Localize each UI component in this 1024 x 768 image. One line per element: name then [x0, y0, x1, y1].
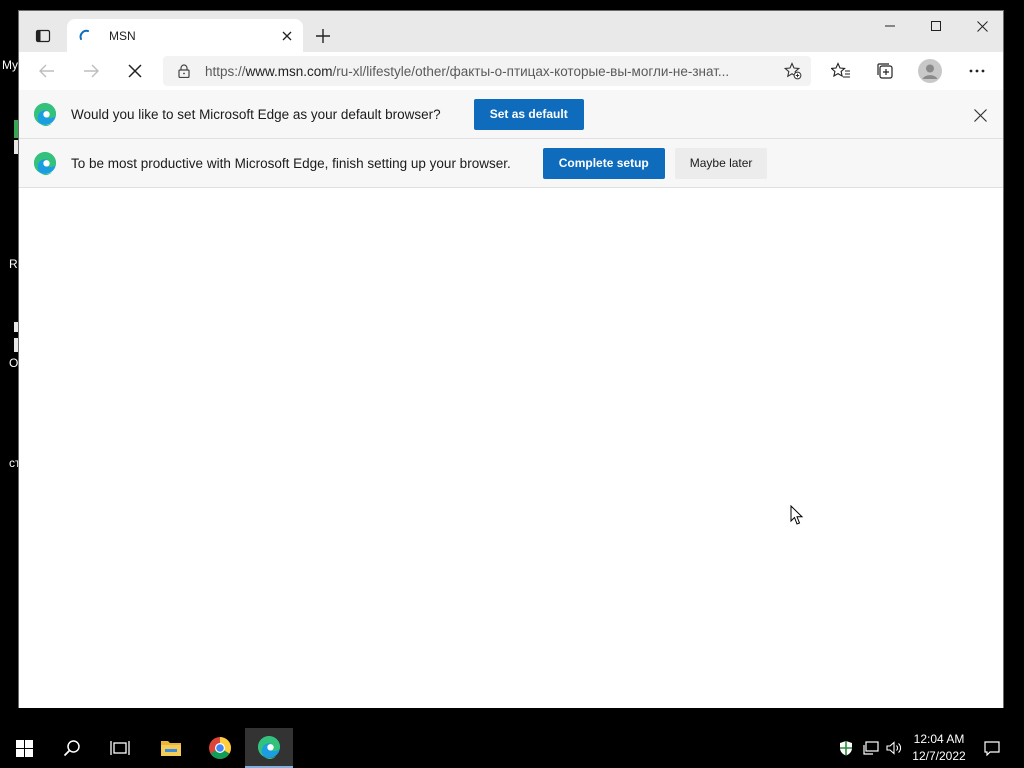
url-scheme: https://	[205, 63, 246, 79]
tab-close-button[interactable]	[275, 24, 299, 48]
maybe-later-button[interactable]: Maybe later	[674, 147, 768, 179]
desktop-icon-label[interactable]: O	[9, 356, 18, 370]
infobar-message: To be most productive with Microsoft Edg…	[71, 155, 511, 171]
close-icon	[973, 108, 987, 122]
folder-icon	[161, 741, 181, 756]
collections-button[interactable]	[869, 56, 901, 86]
plus-icon	[316, 29, 330, 43]
close-icon	[128, 64, 142, 78]
address-bar[interactable]: https://www.msn.com/ru-xl/lifestyle/othe…	[163, 56, 811, 86]
close-icon	[976, 20, 988, 32]
edge-logo-icon	[34, 152, 56, 175]
tab-msn[interactable]: MSN	[67, 19, 303, 52]
url-host: www.msn.com	[245, 63, 333, 79]
stop-loading-button[interactable]	[119, 56, 151, 86]
chrome-icon	[209, 737, 231, 759]
infobar-message: Would you like to set Microsoft Edge as …	[71, 106, 441, 122]
task-view-button[interactable]	[96, 728, 144, 768]
forward-arrow-icon	[84, 64, 99, 78]
start-button[interactable]	[0, 728, 48, 768]
chrome-button[interactable]	[196, 728, 244, 768]
search-button[interactable]	[48, 728, 96, 768]
minimize-icon	[885, 25, 895, 27]
desktop-icon-label[interactable]: R	[9, 257, 18, 271]
profile-button[interactable]	[914, 56, 946, 86]
setup-infobar: To be most productive with Microsoft Edg…	[19, 139, 1003, 188]
collections-icon	[877, 63, 893, 79]
close-window-button[interactable]	[959, 11, 1005, 41]
forward-button[interactable]	[75, 56, 107, 86]
clock[interactable]: 12:04 AM 12/7/2022	[906, 731, 972, 765]
notification-icon	[984, 740, 1000, 756]
default-browser-infobar: Would you like to set Microsoft Edge as …	[19, 90, 1003, 139]
clock-date: 12/7/2022	[912, 749, 966, 763]
tab-title: MSN	[109, 28, 136, 43]
settings-more-button[interactable]	[961, 56, 993, 86]
minimize-button[interactable]	[867, 11, 913, 41]
complete-setup-button[interactable]: Complete setup	[542, 147, 665, 179]
new-tab-button[interactable]	[309, 23, 337, 49]
url-text[interactable]: https://www.msn.com/ru-xl/lifestyle/othe…	[205, 64, 765, 79]
infobar-close-button[interactable]	[967, 102, 993, 128]
set-as-default-button[interactable]: Set as default	[473, 98, 584, 130]
task-view-icon	[110, 741, 130, 755]
network-tray-icon[interactable]	[860, 728, 882, 768]
clock-time: 12:04 AM	[913, 732, 965, 746]
star-add-icon	[784, 62, 802, 80]
edge-logo-icon	[34, 103, 56, 126]
lock-icon[interactable]	[177, 63, 191, 79]
url-path: /ru-xl/lifestyle/other/факты-о-птицах-ко…	[332, 63, 730, 79]
volume-tray-icon[interactable]	[884, 728, 906, 768]
title-bar[interactable]: MSN	[19, 11, 1003, 52]
tab-actions-icon	[35, 29, 51, 43]
navigation-toolbar: https://www.msn.com/ru-xl/lifestyle/othe…	[19, 52, 1003, 90]
more-dots-icon	[969, 69, 985, 73]
favorites-icon	[831, 62, 850, 78]
page-content[interactable]	[19, 189, 1003, 708]
close-icon	[282, 31, 292, 40]
edge-logo-icon	[258, 736, 280, 759]
loading-spinner-icon	[79, 29, 89, 40]
avatar-icon	[918, 59, 942, 83]
file-explorer-button[interactable]	[147, 728, 195, 768]
add-favorite-button[interactable]	[779, 57, 807, 85]
favorites-button[interactable]	[825, 56, 857, 86]
back-button[interactable]	[31, 56, 63, 86]
mouse-cursor-icon	[790, 505, 804, 525]
action-center-button[interactable]	[978, 728, 1006, 768]
defender-tray-icon[interactable]	[836, 728, 856, 768]
desktop-icon-label[interactable]: My	[2, 58, 18, 72]
search-icon	[63, 740, 80, 757]
windows-logo-icon	[15, 739, 33, 757]
tab-actions-button[interactable]	[27, 24, 59, 48]
taskbar: 12:04 AM 12/7/2022	[0, 728, 1024, 768]
maximize-button[interactable]	[913, 11, 959, 41]
edge-button[interactable]	[245, 728, 293, 768]
back-arrow-icon	[39, 64, 54, 78]
edge-window: MSN https://www.msn.com/ru-xl/lifestyle/…	[18, 10, 1004, 708]
maximize-icon	[931, 21, 941, 31]
